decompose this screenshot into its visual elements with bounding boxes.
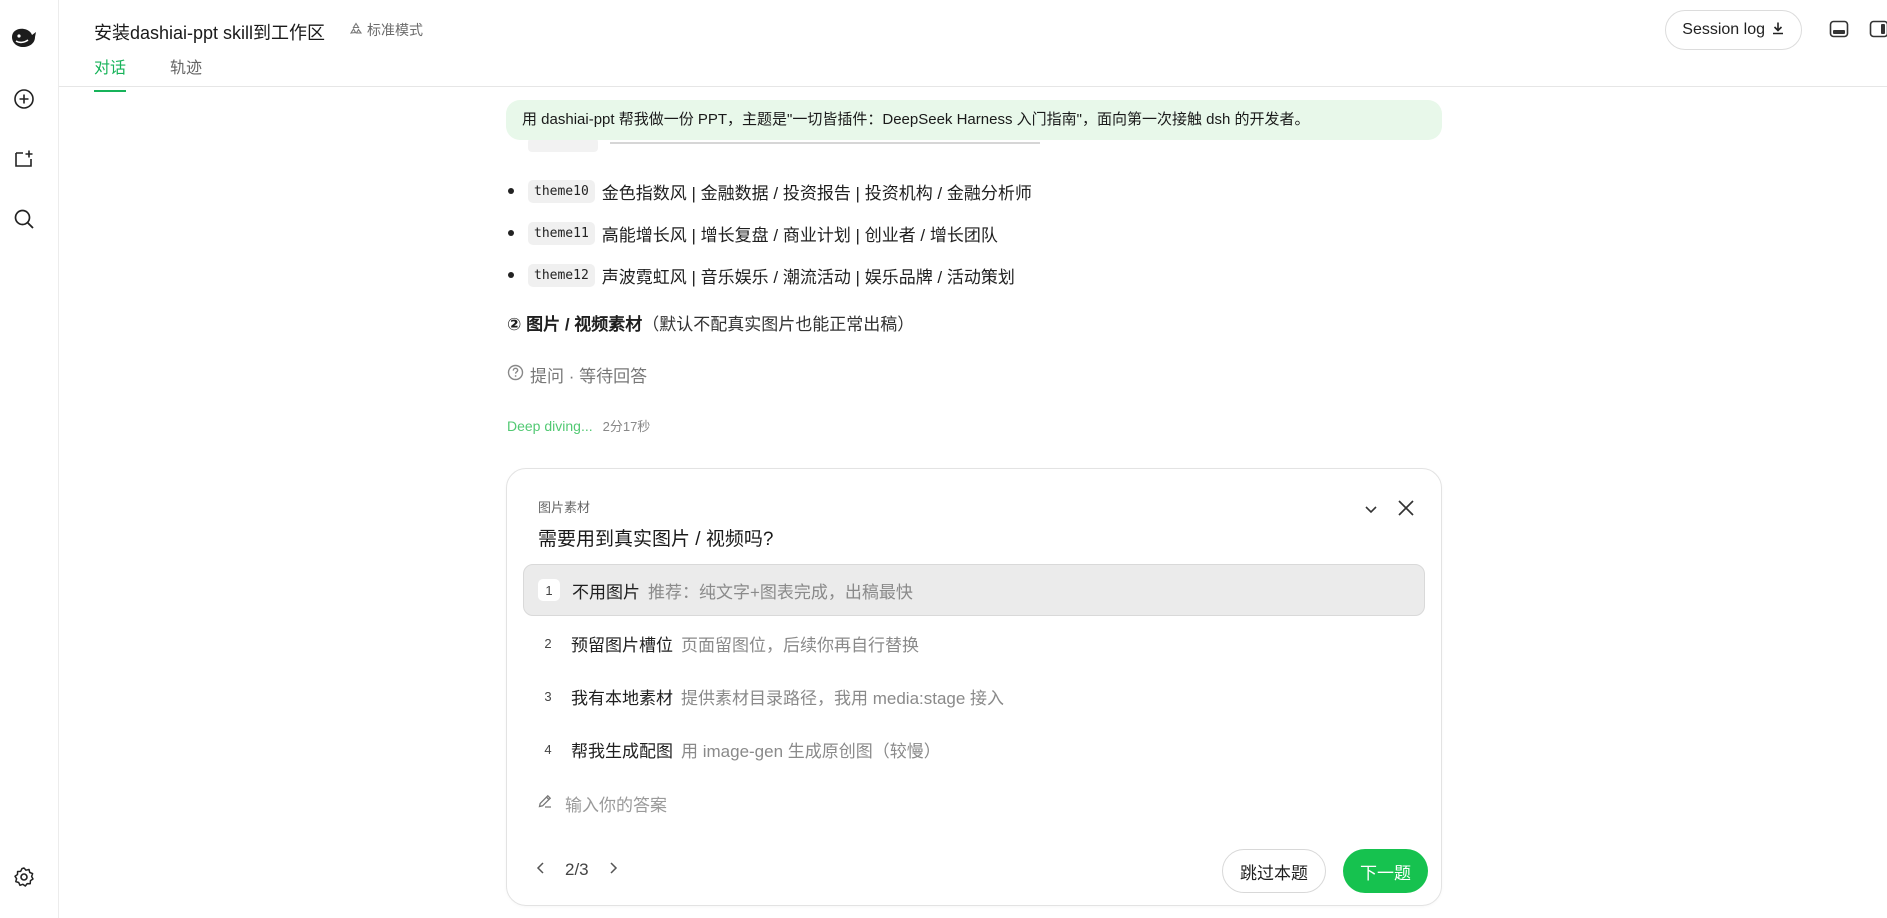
question-card: 图片素材 需要用到真实图片 / 视频吗? 1 不用图片 推荐：纯文字+图表完成，… — [506, 468, 1442, 906]
option-number: 2 — [544, 635, 552, 651]
section-heading: ② 图片 / 视频素材（默认不配真实图片也能正常出稿） — [507, 310, 914, 335]
theme-code: theme12 — [528, 263, 595, 287]
option-local-assets[interactable]: 3 我有本地素材 提供素材目录路径，我用 media:stage 接入 — [523, 670, 1425, 722]
pencil-icon — [537, 793, 553, 814]
tab-chat[interactable]: 对话 — [94, 54, 127, 92]
chevron-left-icon[interactable] — [535, 860, 547, 880]
ask-status-label: 提问 · 等待回答 — [530, 367, 648, 386]
settings-icon[interactable] — [10, 863, 38, 891]
session-log-label: Session log — [1682, 21, 1765, 38]
recycle-icon — [349, 21, 363, 39]
top-header: 安装dashiai-ppt skill到工作区 标准模式 对话 轨迹 Sessi… — [59, 0, 1887, 92]
list-item: theme11 高能增长风 | 增长复盘 / 商业计划 | 创业者 / 增长团队 — [508, 212, 1032, 254]
mode-indicator[interactable]: 标准模式 — [349, 20, 423, 40]
new-chat-icon[interactable] — [10, 85, 38, 113]
new-project-icon[interactable] — [10, 145, 38, 173]
page-indicator: 2/3 — [565, 860, 589, 879]
theme-description: 声波霓虹风 | 音乐娱乐 / 潮流活动 | 娱乐品牌 / 活动策划 — [601, 267, 1015, 287]
deepseek-logo-icon[interactable] — [10, 24, 38, 52]
question-pager: 2/3 — [535, 860, 619, 880]
next-button[interactable]: 下一题 — [1343, 849, 1428, 893]
option-label: 我有本地素材 — [571, 688, 673, 708]
option-generate-images[interactable]: 4 帮我生成配图 用 image-gen 生成原创图（较慢） — [523, 723, 1425, 775]
theme-code: theme11 — [528, 221, 595, 245]
left-sidebar — [0, 0, 59, 918]
skip-button[interactable]: 跳过本题 — [1222, 849, 1326, 893]
download-icon — [1771, 21, 1785, 40]
question-circle-icon — [507, 364, 524, 386]
chevron-down-icon[interactable] — [1361, 499, 1381, 519]
page-title: 安装dashiai-ppt skill到工作区 — [94, 23, 326, 43]
question-text: 需要用到真实图片 / 视频吗? — [538, 529, 774, 550]
option-number: 1 — [538, 579, 560, 601]
theme-code: theme10 — [528, 179, 595, 203]
bullet-icon — [508, 230, 514, 236]
side-panel-toggle-icon[interactable] — [1868, 18, 1887, 40]
bottom-panel-toggle-icon[interactable] — [1828, 18, 1850, 40]
bullet-icon — [508, 188, 514, 194]
session-log-button[interactable]: Session log — [1665, 10, 1802, 50]
question-category: 图片素材 — [538, 500, 591, 515]
option-description: 用 image-gen 生成原创图（较慢） — [681, 741, 941, 761]
mode-label: 标准模式 — [367, 22, 423, 38]
search-icon[interactable] — [10, 205, 38, 233]
option-number: 3 — [544, 688, 552, 704]
bullet-icon — [508, 272, 514, 278]
theme-description: 金色指数风 | 金融数据 / 投资报告 | 投资机构 / 金融分析师 — [601, 183, 1032, 203]
chevron-right-icon[interactable] — [607, 860, 619, 880]
option-number: 4 — [544, 741, 552, 757]
user-prompt-bubble: 用 dashiai-ppt 帮我做一份 PPT，主题是"一切皆插件：DeepSe… — [506, 100, 1442, 140]
theme-description: 高能增长风 | 增长复盘 / 商业计划 | 创业者 / 增长团队 — [601, 225, 998, 245]
thinking-time: 2分17秒 — [602, 419, 651, 434]
ask-status: 提问 · 等待回答 — [507, 362, 647, 387]
list-item: theme12 声波霓虹风 | 音乐娱乐 / 潮流活动 | 娱乐品牌 / 活动策… — [508, 254, 1032, 296]
option-description: 推荐：纯文字+图表完成，出稿最快 — [648, 582, 913, 602]
option-label: 预留图片槽位 — [571, 635, 673, 655]
option-description: 提供素材目录路径，我用 media:stage 接入 — [681, 688, 1005, 708]
theme-list: theme10 金色指数风 | 金融数据 / 投资报告 | 投资机构 / 金融分… — [508, 170, 1032, 296]
option-no-images[interactable]: 1 不用图片 推荐：纯文字+图表完成，出稿最快 — [523, 564, 1425, 616]
option-label: 不用图片 — [572, 582, 640, 602]
tab-bar: 对话 轨迹 — [94, 54, 202, 92]
tab-trace[interactable]: 轨迹 — [170, 54, 202, 92]
close-icon[interactable] — [1395, 497, 1417, 519]
custom-answer-input[interactable]: 输入你的答案 — [537, 791, 667, 816]
option-label: 帮我生成配图 — [571, 741, 673, 761]
section-heading-note: （默认不配真实图片也能正常出稿） — [642, 315, 915, 334]
option-reserve-slots[interactable]: 2 预留图片槽位 页面留图位，后续你再自行替换 — [523, 617, 1425, 669]
answer-placeholder: 输入你的答案 — [565, 796, 667, 815]
thinking-label: Deep diving... — [507, 418, 593, 434]
thinking-status: Deep diving... 2分17秒 — [507, 416, 650, 435]
section-heading-title: ② 图片 / 视频素材 — [507, 315, 643, 334]
faded-theme-row — [528, 138, 1041, 152]
list-item: theme10 金色指数风 | 金融数据 / 投资报告 | 投资机构 / 金融分… — [508, 170, 1032, 212]
option-description: 页面留图位，后续你再自行替换 — [681, 635, 919, 655]
